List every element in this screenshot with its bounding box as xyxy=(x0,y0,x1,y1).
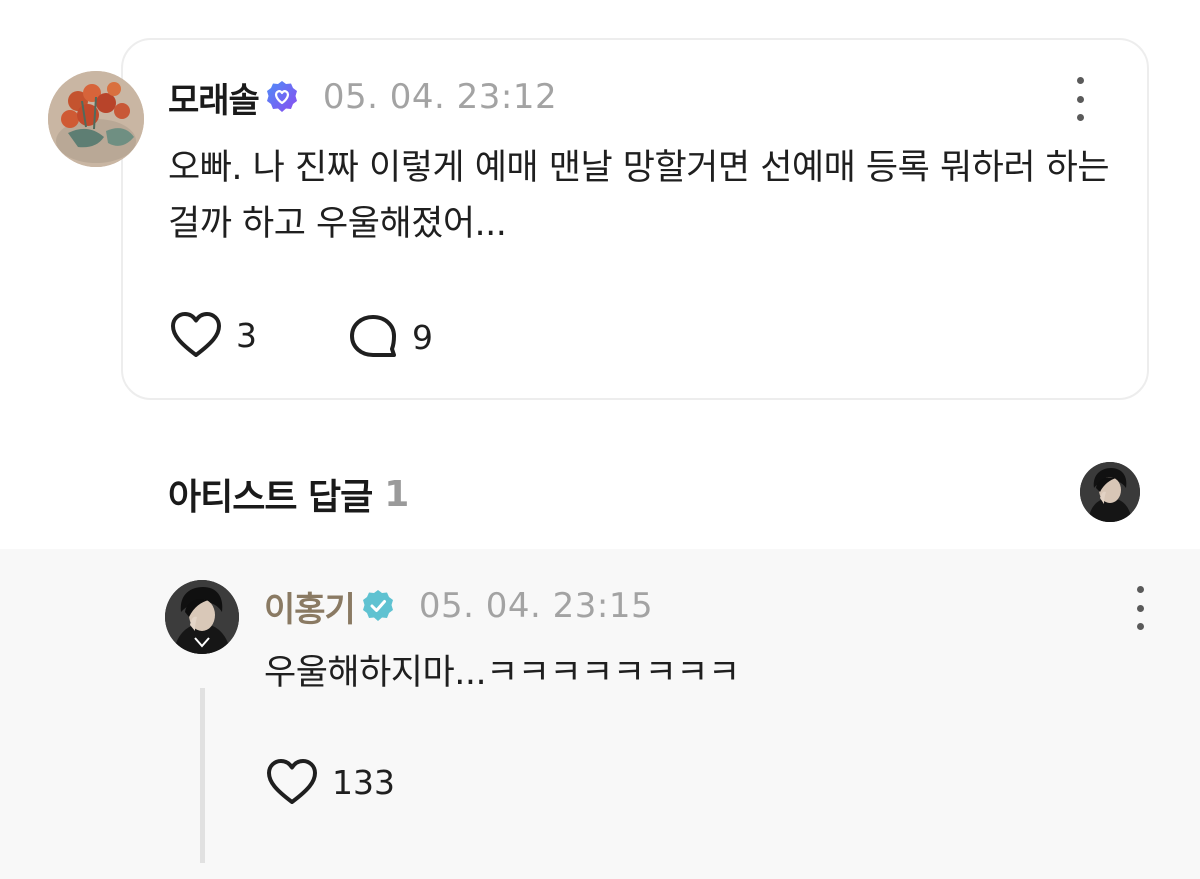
heart-outline-icon xyxy=(267,759,317,804)
artist-reply-more-icon[interactable] xyxy=(1130,586,1150,630)
artist-replies-header: 아티스트 답글 1 xyxy=(168,468,409,520)
comment-bubble-icon xyxy=(350,315,396,357)
comment-page: 모래솔 05. 04. 23:12 오빠. 나 진짜 이렇게 예매 맨날 망할거… xyxy=(0,0,1200,879)
artist-reply-body: 우울해하지마...ㅋㅋㅋㅋㅋㅋㅋㅋ xyxy=(264,653,740,693)
artist-replies-count: 1 xyxy=(384,473,410,515)
artist-portrait xyxy=(165,580,239,654)
verified-check-icon xyxy=(361,589,395,623)
reply-thread-line xyxy=(200,688,205,863)
fan-post-timestamp: 05. 04. 23:12 xyxy=(322,77,558,117)
artist-portrait-small xyxy=(1080,462,1140,522)
artist-reply-timestamp: 05. 04. 23:15 xyxy=(418,586,654,626)
fan-post-more-icon[interactable] xyxy=(1070,77,1090,121)
fan-post-header: 모래솔 05. 04. 23:12 xyxy=(168,73,558,122)
heart-badge-icon xyxy=(265,80,299,114)
bouquet-avatar-image xyxy=(48,71,144,167)
artist-replies-title: 아티스트 답글 xyxy=(168,477,373,518)
artist-avatar-small[interactable] xyxy=(1080,462,1140,522)
fan-like-button[interactable]: 3 xyxy=(170,311,257,359)
fan-post-body: 오빠. 나 진짜 이렇게 예매 맨날 망할거면 선예매 등록 뭐하러 하는걸까 … xyxy=(168,148,1110,244)
fan-comment-button[interactable]: 9 xyxy=(348,313,433,361)
artist-author-name[interactable]: 이홍기 xyxy=(264,582,356,631)
fan-author-name[interactable]: 모래솔 xyxy=(168,73,260,122)
fan-comment-count: 9 xyxy=(412,317,433,357)
fan-avatar[interactable] xyxy=(48,71,144,167)
artist-avatar[interactable] xyxy=(165,580,239,654)
artist-like-button[interactable]: 133 xyxy=(266,758,395,806)
fan-like-count: 3 xyxy=(236,315,257,355)
heart-outline-icon xyxy=(171,312,221,357)
artist-like-count: 133 xyxy=(332,762,395,802)
artist-reply-header: 이홍기 05. 04. 23:15 xyxy=(264,582,654,631)
